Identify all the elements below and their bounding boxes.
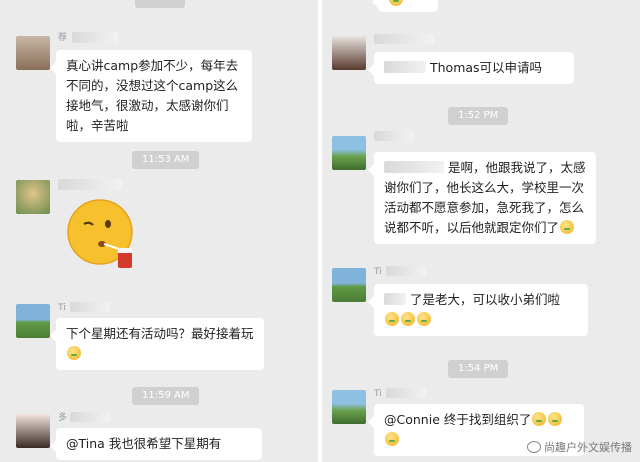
avatar[interactable]: [332, 268, 366, 302]
message-bubble[interactable]: Thomas可以申请吗: [368, 52, 574, 84]
avatar[interactable]: [332, 136, 366, 170]
face-drinking-sticker[interactable]: [66, 198, 142, 274]
message-bubble[interactable]: @Tina 我也很希望下星期有: [50, 428, 262, 460]
avatar[interactable]: [332, 36, 366, 70]
message-text: Thomas可以申请吗: [429, 60, 543, 75]
timestamp-badge-top: [135, 0, 185, 8]
grinning-emoji-icon: [385, 312, 399, 326]
timestamp-badge: 1:52 PM: [448, 107, 509, 125]
watermark: 尚趣户外文娱传播: [527, 440, 632, 456]
redacted-name: [386, 266, 426, 276]
message-text: @Tina 我也很希望下星期有: [66, 436, 222, 451]
redacted-name: [374, 34, 434, 44]
timestamp-badge: 1:54 PM: [448, 360, 509, 378]
redacted-name: [72, 32, 118, 43]
sender-name: 荐: [58, 33, 68, 43]
sender-name: Ti: [374, 267, 382, 277]
timestamp-badge: 11:53 AM: [132, 151, 200, 169]
message-bubble[interactable]: 了是老大，可以收小弟们啦: [368, 284, 588, 336]
sender-name: Ti: [374, 389, 382, 399]
sender-name: Ti: [58, 303, 66, 313]
left-chat-panel: 荐 真心讲camp参加不少，每年去不同的，没想过这个camp这么接地气，很激动，…: [0, 0, 318, 462]
redacted-mention: [384, 61, 426, 73]
redacted-name: [70, 302, 110, 312]
redacted-name: [58, 179, 122, 190]
grinning-emoji-icon: [401, 312, 415, 326]
message-text: 真心讲camp参加不少，每年去不同的，没想过这个camp这么接地气，很激动，太感…: [66, 58, 239, 133]
grinning-emoji-icon: [385, 432, 399, 446]
message-text: @Connie 终于找到组织了: [384, 412, 532, 427]
grinning-emoji-icon: [548, 412, 563, 426]
message-text: 了是老大，可以收小弟们啦: [409, 292, 560, 307]
right-chat-panel: Thomas可以申请吗 1:52 PM 是啊，他跟我说了，太感谢你们了，他长这么…: [322, 0, 640, 462]
grinning-emoji-icon: [67, 346, 81, 360]
watermark-text: 尚趣户外文娱传播: [544, 441, 632, 454]
avatar[interactable]: [16, 180, 50, 214]
message-bubble[interactable]: 下个星期还有活动吗？最好接着玩: [50, 318, 264, 370]
redacted-mention: [384, 161, 444, 173]
message-text: 下个星期还有活动吗？最好接着玩: [66, 326, 254, 341]
timestamp-badge: 11:59 AM: [132, 387, 200, 405]
grinning-emoji-icon: [389, 0, 403, 6]
grinning-emoji-icon: [417, 312, 431, 326]
message-bubble[interactable]: 真心讲camp参加不少，每年去不同的，没想过这个camp这么接地气，很激动，太感…: [50, 50, 252, 142]
avatar[interactable]: [16, 414, 50, 448]
redacted-name: [374, 131, 414, 141]
redacted-name: [386, 388, 426, 398]
redacted-mention: [384, 293, 406, 305]
grinning-emoji-icon: [560, 220, 575, 234]
message-bubble[interactable]: 是啊，他跟我说了，太感谢你们了，他长这么大，学校里一次活动都不愿意参加，急死我了…: [368, 152, 596, 244]
wechat-logo-icon: [527, 441, 541, 453]
avatar[interactable]: [332, 390, 366, 424]
sender-name: 多: [58, 413, 68, 423]
redacted-name: [70, 412, 110, 422]
avatar[interactable]: [16, 304, 50, 338]
message-bubble-partial[interactable]: [372, 0, 438, 12]
grinning-emoji-icon: [532, 412, 547, 426]
avatar[interactable]: [16, 36, 50, 70]
